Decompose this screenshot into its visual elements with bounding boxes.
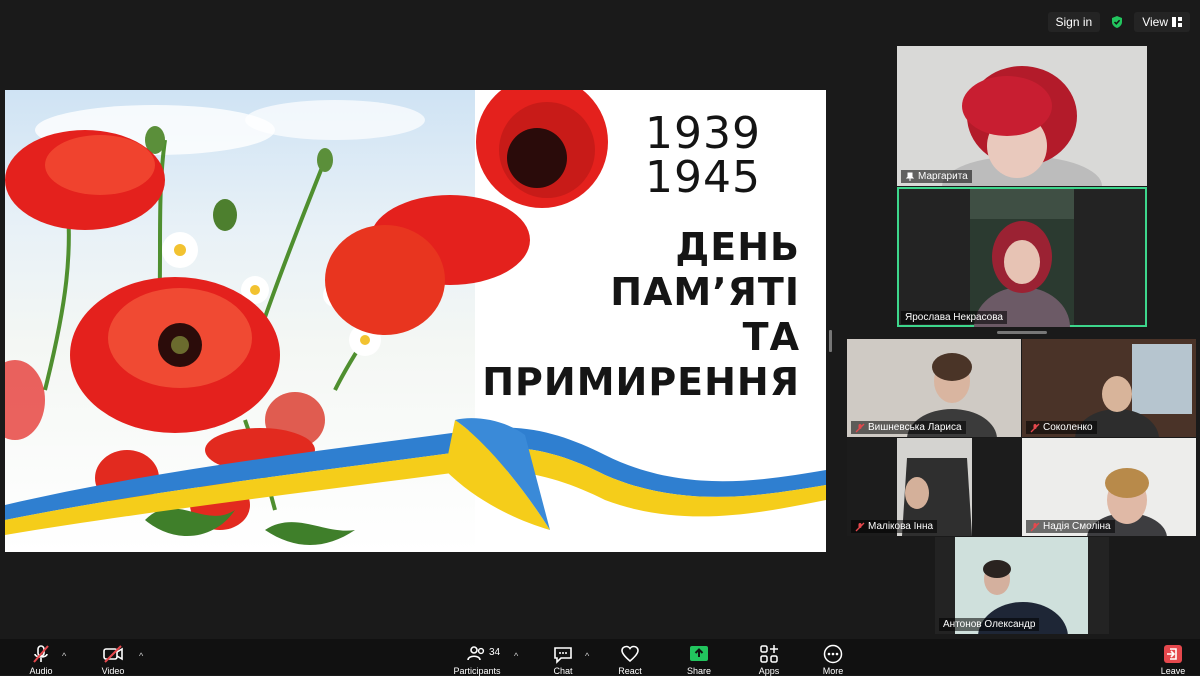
top-bar: Sign in View [0,0,1200,44]
grid-view-icon [1172,17,1182,27]
title-line-4: ПРИМИРЕННЯ [482,360,800,404]
view-button[interactable]: View [1134,12,1190,32]
top-right-controls: Sign in View [1047,12,1190,32]
muted-mic-icon [1030,522,1040,531]
participant-name-tag: Антонов Олександр [939,618,1040,631]
participants-options-caret[interactable]: ^ [514,651,518,661]
shared-screen-slide: 1939 1945 ДЕНЬ ПАМ’ЯТІ ТА ПРИМИРЕННЯ [5,90,826,552]
apps-icon [760,645,778,663]
participant-name-tag: Соколенко [1026,421,1097,434]
share-button[interactable]: Share [669,643,729,676]
shield-check-icon[interactable] [1110,15,1124,29]
participant-name-tag: Вишневська Лариса [851,421,966,434]
sign-in-button[interactable]: Sign in [1047,12,1101,32]
participant-name-tag: Малікова Інна [851,520,938,533]
video-tile[interactable]: Маргарита [897,46,1147,186]
chat-icon [554,647,572,664]
participant-name: Надія Смоліна [1043,521,1111,532]
participants-count: 34 [489,647,501,658]
muted-mic-icon [33,645,49,663]
chat-options-caret[interactable]: ^ [585,651,589,661]
gallery-resize-handle[interactable] [997,331,1047,334]
participant-name: Маргарита [918,171,968,182]
audio-options-caret[interactable]: ^ [62,651,66,661]
more-icon [823,644,843,664]
title-line-1: ДЕНЬ [675,225,800,269]
video-button[interactable]: Video [83,643,143,676]
participants-icon [467,646,485,661]
title-line-2: ПАМ’ЯТІ [610,270,800,314]
leave-button[interactable]: Leave [1143,643,1200,676]
participant-name-tag: Надія Смоліна [1026,520,1115,533]
leave-icon [1164,645,1182,663]
panel-resize-handle[interactable] [829,330,832,352]
video-tile[interactable]: Антонов Олександр [935,537,1109,634]
slide-years: 1939 1945 [645,112,761,200]
video-tile-active-speaker[interactable]: Ярослава Некрасова [897,187,1147,327]
participant-video [970,189,1074,327]
share-screen-icon [690,646,708,661]
title-line-3: ТА [742,315,800,359]
apps-button[interactable]: Apps [739,643,799,676]
year-end: 1945 [645,152,761,203]
meeting-toolbar: Audio ^ Video ^ Participants 34 ^ Chat ^… [0,639,1200,676]
video-options-caret[interactable]: ^ [139,651,143,661]
participant-name: Соколенко [1043,422,1093,433]
participant-name: Малікова Інна [868,521,934,532]
participant-name: Вишневська Лариса [868,422,962,433]
video-tile[interactable]: Малікова Інна [847,438,1021,536]
muted-mic-icon [855,522,865,531]
participant-name: Ярослава Некрасова [905,312,1003,323]
view-label: View [1142,15,1168,29]
video-tile[interactable]: Надія Смоліна [1022,438,1196,536]
participant-video [897,46,1147,186]
video-tile[interactable]: Соколенко [1022,339,1196,437]
video-tile[interactable]: Вишневська Лариса [847,339,1021,437]
more-button[interactable]: More [803,643,863,676]
muted-mic-icon [855,423,865,432]
participant-name-tag: Ярослава Некрасова [901,311,1007,324]
participant-name-tag: Маргарита [901,170,972,183]
react-button[interactable]: React [600,643,660,676]
participant-name: Антонов Олександр [943,619,1036,630]
heart-icon [621,645,639,663]
video-off-icon [103,645,123,663]
slide-title: ДЕНЬ ПАМ’ЯТІ ТА ПРИМИРЕННЯ [405,225,800,405]
muted-mic-icon [1030,423,1040,432]
year-start: 1939 [645,108,761,159]
chat-button[interactable]: Chat [533,643,593,676]
pin-icon [905,172,915,181]
